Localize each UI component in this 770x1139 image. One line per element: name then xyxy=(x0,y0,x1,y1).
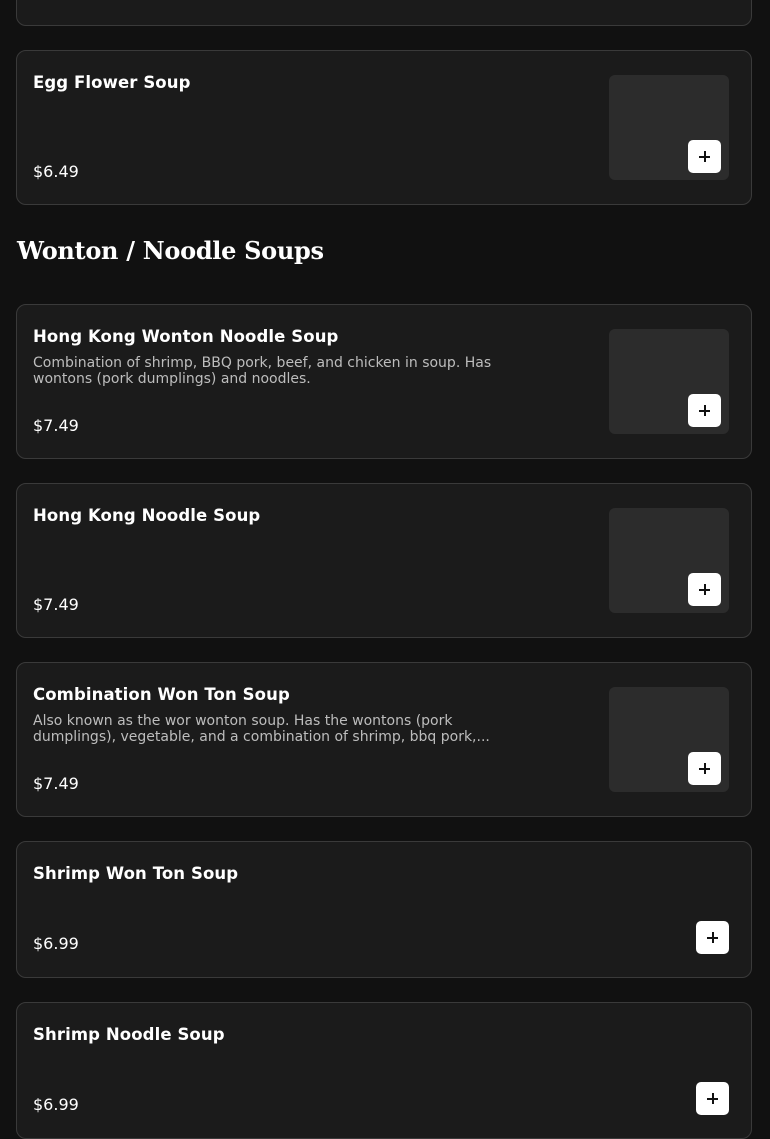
add-to-cart-button[interactable] xyxy=(688,140,721,173)
menu-item-price: $7.49 xyxy=(33,416,79,435)
menu-item-price: $7.49 xyxy=(33,595,79,614)
menu-item-name: Combination Won Ton Soup xyxy=(33,685,290,704)
menu-item-card[interactable]: Egg Flower Soup $6.49 xyxy=(16,50,752,205)
menu-item-description: Also known as the wor wonton soup. Has t… xyxy=(33,713,490,745)
add-to-cart-button[interactable] xyxy=(696,921,729,954)
menu-item-name: Hong Kong Wonton Noodle Soup xyxy=(33,327,339,346)
menu-item-card[interactable]: Combination Won Ton Soup Also known as t… xyxy=(16,662,752,817)
menu-item-card[interactable]: Hong Kong Wonton Noodle Soup Combination… xyxy=(16,304,752,459)
plus-icon xyxy=(699,584,710,595)
plus-icon xyxy=(699,763,710,774)
plus-icon xyxy=(707,932,718,943)
add-to-cart-button[interactable] xyxy=(688,752,721,785)
menu-item-price: $6.99 xyxy=(33,934,79,953)
section-heading: Wonton / Noodle Soups xyxy=(17,236,324,265)
add-to-cart-button[interactable] xyxy=(688,394,721,427)
menu-item-name: Shrimp Noodle Soup xyxy=(33,1025,225,1044)
add-to-cart-button[interactable] xyxy=(696,1082,729,1115)
menu-item-price: $6.99 xyxy=(33,1095,79,1114)
menu-item-name: Hong Kong Noodle Soup xyxy=(33,506,261,525)
menu-item-price: $6.49 xyxy=(33,162,79,181)
plus-icon xyxy=(707,1093,718,1104)
menu-item-card[interactable]: Shrimp Won Ton Soup $6.99 xyxy=(16,841,752,978)
menu-item-card-partial[interactable] xyxy=(16,0,752,26)
menu-item-price: $7.49 xyxy=(33,774,79,793)
menu-item-card[interactable]: Shrimp Noodle Soup $6.99 xyxy=(16,1002,752,1139)
menu-item-card[interactable]: Hong Kong Noodle Soup $7.49 xyxy=(16,483,752,638)
menu-item-description: Combination of shrimp, BBQ pork, beef, a… xyxy=(33,355,492,387)
add-to-cart-button[interactable] xyxy=(688,573,721,606)
menu-item-name: Egg Flower Soup xyxy=(33,73,191,92)
menu-item-name: Shrimp Won Ton Soup xyxy=(33,864,239,883)
plus-icon xyxy=(699,405,710,416)
plus-icon xyxy=(699,151,710,162)
